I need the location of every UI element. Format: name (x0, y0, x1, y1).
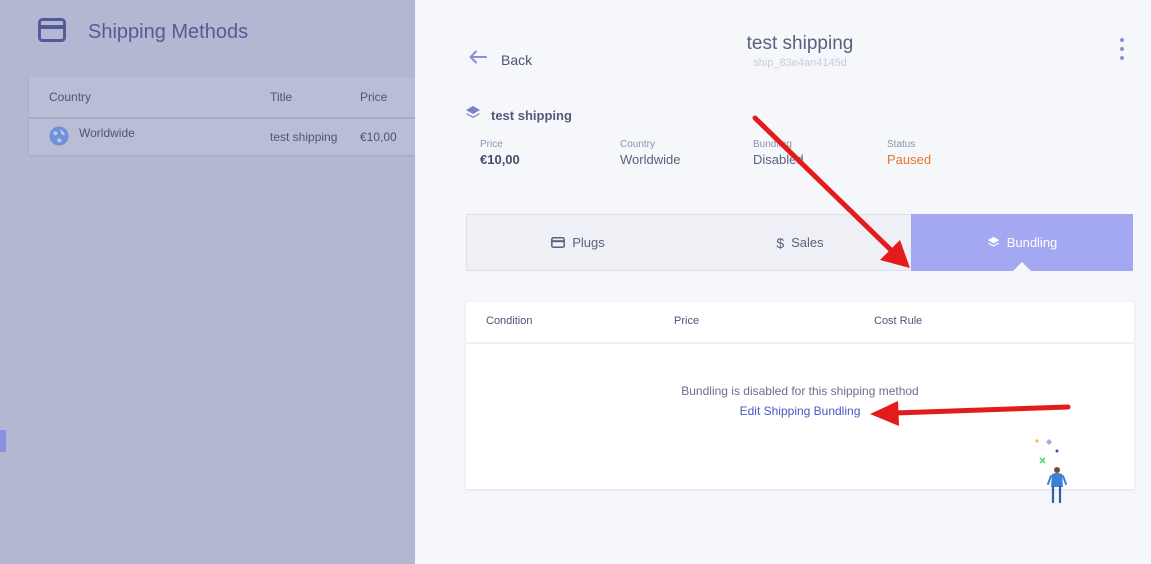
dollar-icon: $ (776, 234, 785, 251)
edit-shipping-bundling-link[interactable]: Edit Shipping Bundling (466, 404, 1134, 418)
more-options-icon[interactable] (1117, 38, 1127, 60)
status-badge: Paused (887, 152, 932, 167)
card-icon (551, 237, 566, 248)
info-status-label: Status (887, 139, 916, 150)
layers-icon (987, 236, 1000, 249)
info-price: Price €10,00 (480, 139, 520, 167)
table-row[interactable]: Worldwide test shipping €10,00 (29, 117, 415, 157)
info-bundling: Bundling Disabled (753, 139, 804, 167)
info-price-value: €10,00 (480, 152, 520, 167)
column-header-condition: Condition (486, 315, 533, 327)
detail-panel: Back test shipping ship_83e4an4145d test… (415, 0, 1151, 564)
bundling-table: Condition Price Cost Rule Bundling is di… (466, 302, 1134, 504)
globe-icon (49, 126, 69, 151)
panel-title: test shipping (746, 33, 854, 54)
tab-plugs-label: Plugs (572, 235, 605, 250)
info-status: Status Paused (887, 139, 931, 167)
table-header: Condition Price Cost Rule (466, 302, 1134, 344)
empty-state-message: Bundling is disabled for this shipping m… (681, 384, 919, 398)
column-header-title: Title (270, 90, 293, 104)
tab-bundling[interactable]: Bundling (911, 214, 1133, 271)
info-country: Country Worldwide (620, 139, 680, 167)
shipping-id: ship_83e4an4145d (753, 57, 847, 69)
card-icon (38, 18, 66, 47)
info-bundling-value: Disabled (753, 152, 804, 167)
method-name: test shipping (491, 108, 572, 123)
table-cell-title: test shipping (270, 130, 338, 144)
active-tab-caret (1013, 262, 1031, 271)
info-country-label: Country (620, 139, 656, 150)
tab-plugs[interactable]: Plugs (467, 215, 689, 270)
side-marker (0, 430, 6, 452)
method-heading: test shipping (465, 105, 572, 126)
column-header-cost-rule: Cost Rule (874, 315, 923, 327)
column-header-price: Price (360, 90, 388, 104)
info-price-label: Price (480, 139, 503, 150)
info-bundling-label: Bundling (753, 139, 792, 150)
tab-bundling-label: Bundling (1006, 235, 1058, 250)
column-header-country: Country (49, 90, 92, 104)
column-header-price: Price (674, 315, 700, 327)
tab-sales[interactable]: $ Sales (689, 215, 911, 270)
table-cell-price: €10,00 (360, 130, 397, 144)
page-title: Shipping Methods (88, 21, 249, 43)
layers-icon (465, 105, 481, 126)
table-cell-country: Worldwide (79, 126, 135, 140)
empty-state-illustration (1031, 436, 1071, 511)
tab-sales-label: Sales (791, 235, 824, 250)
shipping-methods-table: Country Title Price Worldwide test shipp… (29, 77, 415, 155)
tab-bar: Plugs $ Sales Bundling (466, 214, 1133, 271)
background-page: Shipping Methods Country Title Price Wor… (0, 0, 415, 564)
info-country-value: Worldwide (620, 152, 681, 167)
page-header: Shipping Methods (38, 18, 248, 47)
